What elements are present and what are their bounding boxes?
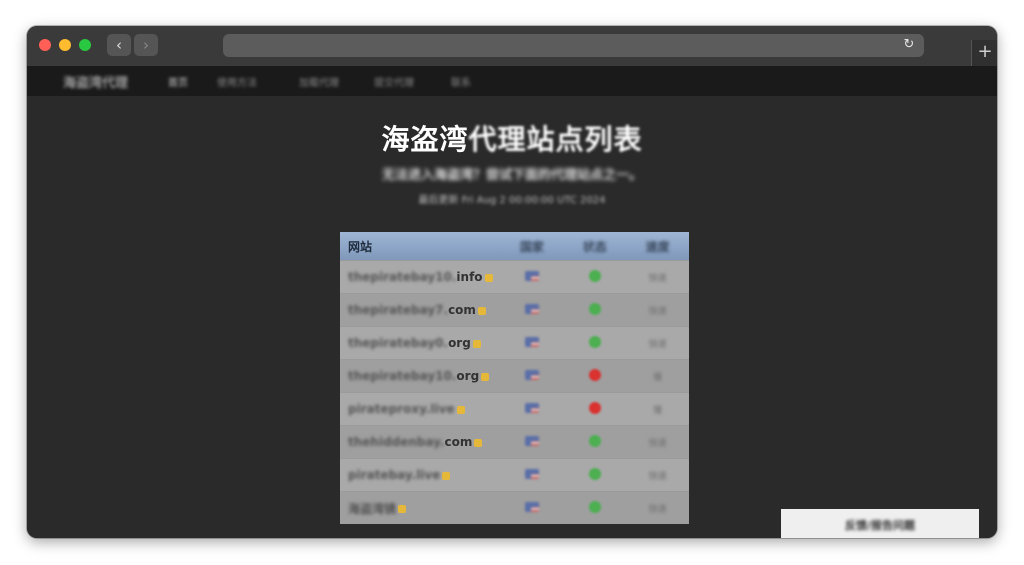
- status-cell: [563, 260, 627, 294]
- lock-icon: [472, 339, 481, 348]
- lock-icon: [484, 273, 493, 282]
- status-dot-icon: [588, 368, 601, 381]
- status-dot-icon: [588, 434, 601, 447]
- table-row[interactable]: thepiratebay10.info 快速: [340, 260, 689, 294]
- status-cell: [563, 491, 627, 524]
- site-link[interactable]: pirateproxy.live: [340, 392, 501, 426]
- table-row[interactable]: thehiddenbay.com 快速: [340, 425, 689, 459]
- plus-icon: +: [977, 41, 993, 62]
- status-cell: [563, 458, 627, 492]
- nav-submit-proxy[interactable]: 提交代理: [374, 74, 414, 89]
- nav-usage[interactable]: 使用方法: [217, 74, 257, 89]
- country-cell: [500, 260, 564, 294]
- hero: 海盗湾代理站点列表 无法进入海盗湾？尝试下面的代理站点之一。 最后更新 Fri …: [27, 118, 997, 206]
- table-row[interactable]: thepiratebay10.org 慢: [340, 359, 689, 393]
- speed-cell: 慢: [626, 359, 689, 393]
- minimize-window-button[interactable]: [59, 39, 71, 51]
- country-cell: [500, 359, 564, 393]
- zoom-window-button[interactable]: [79, 39, 91, 51]
- us-flag-icon: [524, 469, 539, 479]
- lock-icon: [456, 405, 465, 414]
- table-row[interactable]: 海盗湾镜 快速: [340, 491, 689, 524]
- chevron-left-icon: ‹: [116, 36, 122, 54]
- col-status: 状态: [563, 232, 627, 261]
- country-cell: [500, 491, 564, 524]
- status-dot-icon: [588, 500, 601, 513]
- proxy-table: 网站 国家 状态 速度 thepiratebay10.info 快速 thepira…: [340, 232, 689, 524]
- speed-cell: 快速: [626, 293, 689, 327]
- lock-icon: [474, 438, 483, 447]
- us-flag-icon: [524, 502, 539, 512]
- status-cell: [563, 326, 627, 360]
- status-cell: [563, 359, 627, 393]
- site-link[interactable]: piratebay.live: [340, 458, 501, 492]
- chevron-right-icon: ›: [143, 36, 149, 54]
- site-link[interactable]: thehiddenbay.com: [340, 425, 501, 459]
- site-link[interactable]: thepiratebay10.org: [340, 359, 501, 393]
- nav-load-proxy[interactable]: 加载代理: [299, 74, 339, 89]
- site-brand[interactable]: 海盗湾代理: [63, 72, 128, 91]
- table-header-row: 网站 国家 状态 速度: [340, 232, 689, 261]
- status-dot-icon: [588, 467, 601, 480]
- browser-window: ‹ › ↻ + 海盗湾代理 首页 使用方法 加载代理 提交代理 联系 海盗湾代理…: [27, 26, 997, 538]
- speed-cell: 快速: [626, 260, 689, 294]
- site-link[interactable]: thepiratebay10.info: [340, 260, 501, 294]
- status-cell: [563, 425, 627, 459]
- col-country: 国家: [500, 232, 564, 261]
- page-subtitle: 无法进入海盗湾？尝试下面的代理站点之一。: [381, 168, 642, 183]
- country-cell: [500, 326, 564, 360]
- speed-cell: 快速: [626, 425, 689, 459]
- col-speed: 速度: [626, 232, 689, 261]
- us-flag-icon: [524, 436, 539, 446]
- last-updated: 最后更新 Fri Aug 2 00:00:00 UTC 2024: [418, 195, 606, 206]
- table-row[interactable]: pirateproxy.live 慢: [340, 392, 689, 426]
- country-cell: [500, 458, 564, 492]
- web-content: 海盗湾代理 首页 使用方法 加载代理 提交代理 联系 海盗湾代理站点列表 无法进…: [27, 66, 997, 538]
- site-navbar: 海盗湾代理 首页 使用方法 加载代理 提交代理 联系: [27, 66, 997, 96]
- country-cell: [500, 425, 564, 459]
- us-flag-icon: [524, 271, 539, 281]
- speed-cell: 快速: [626, 458, 689, 492]
- site-link[interactable]: 海盗湾镜: [340, 491, 501, 524]
- status-dot-icon: [588, 269, 601, 282]
- col-site: 网站: [340, 232, 501, 261]
- lock-icon: [442, 471, 451, 480]
- speed-cell: 快速: [626, 491, 689, 524]
- lock-icon: [481, 372, 490, 381]
- close-window-button[interactable]: [39, 39, 51, 51]
- us-flag-icon: [524, 337, 539, 347]
- table-row[interactable]: thepiratebay7.com 快速: [340, 293, 689, 327]
- lock-icon: [398, 505, 407, 513]
- speed-cell: 快速: [626, 326, 689, 360]
- nav-home[interactable]: 首页: [168, 74, 188, 89]
- table-row[interactable]: thepiratebay0.org 快速: [340, 326, 689, 360]
- table-row[interactable]: piratebay.live 快速: [340, 458, 689, 492]
- forward-button[interactable]: ›: [134, 34, 158, 56]
- us-flag-icon: [524, 370, 539, 380]
- lock-icon: [477, 306, 486, 315]
- page-title: 海盗湾代理站点列表: [381, 123, 643, 156]
- us-flag-icon: [524, 304, 539, 314]
- reload-icon[interactable]: ↻: [900, 36, 918, 54]
- site-link[interactable]: thepiratebay7.com: [340, 293, 501, 327]
- title-bar: ‹ › ↻ +: [27, 26, 997, 67]
- report-issue-button[interactable]: 反馈/报告问题: [781, 509, 979, 538]
- speed-cell: 慢: [626, 392, 689, 426]
- status-dot-icon: [588, 302, 601, 315]
- site-link[interactable]: thepiratebay0.org: [340, 326, 501, 360]
- new-tab-button[interactable]: +: [971, 40, 997, 66]
- back-button[interactable]: ‹: [107, 34, 131, 56]
- status-cell: [563, 392, 627, 426]
- address-bar[interactable]: ↻: [223, 34, 924, 57]
- status-cell: [563, 293, 627, 327]
- status-dot-icon: [588, 401, 601, 414]
- nav-contact[interactable]: 联系: [451, 74, 471, 89]
- us-flag-icon: [524, 403, 539, 413]
- country-cell: [500, 392, 564, 426]
- country-cell: [500, 293, 564, 327]
- status-dot-icon: [588, 335, 601, 348]
